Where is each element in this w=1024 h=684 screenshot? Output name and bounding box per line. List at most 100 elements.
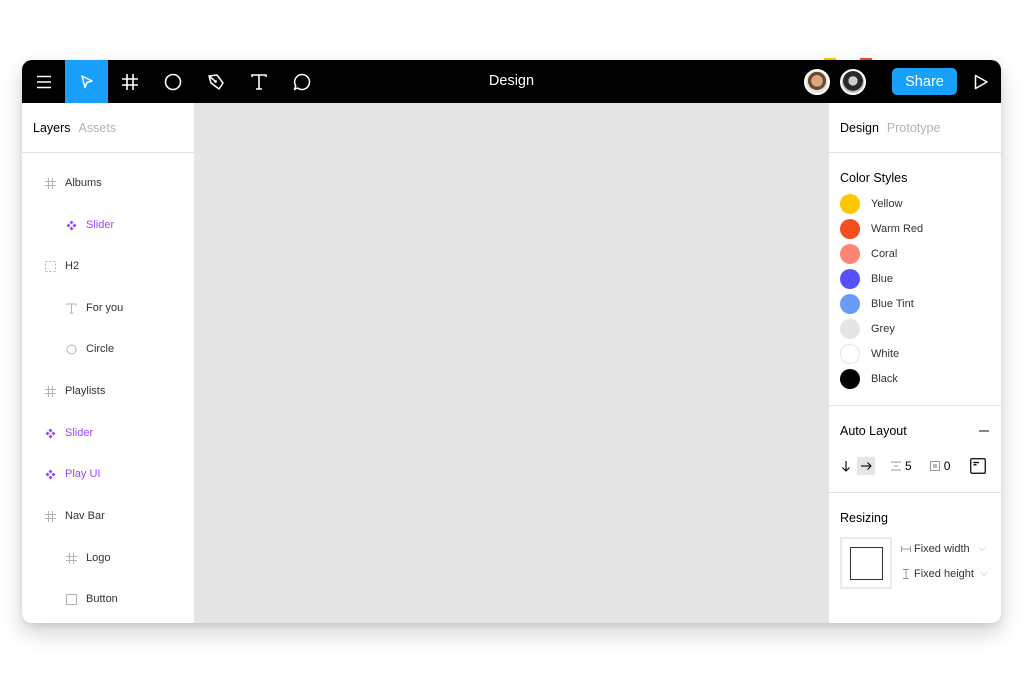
color-style-name: Coral xyxy=(871,248,898,260)
fixed-height-icon xyxy=(903,569,909,579)
frame-icon xyxy=(44,385,56,397)
color-styles-section: Color Styles Yellow Warm Red Coral Blue … xyxy=(829,153,1001,406)
component-icon xyxy=(44,427,56,439)
present-button[interactable] xyxy=(971,72,991,92)
remove-auto-layout-button[interactable] xyxy=(977,424,991,438)
layer-label: Slider xyxy=(65,427,94,439)
tab-assets[interactable]: Assets xyxy=(79,121,117,135)
right-panel-tabs: Design Prototype xyxy=(829,103,1001,153)
height-resizing-dropdown[interactable]: Fixed height xyxy=(901,568,988,580)
share-button[interactable]: Share xyxy=(892,68,957,95)
layer-label: Play UI xyxy=(65,468,101,480)
color-swatch xyxy=(840,194,860,214)
color-style-item[interactable]: Coral xyxy=(840,244,897,264)
layers-panel: Layers Assets Albums Slider H2 For you C… xyxy=(22,103,195,623)
auto-layout-title: Auto Layout xyxy=(840,424,907,438)
resizing-preview-box xyxy=(850,547,883,580)
layer-label: Slider xyxy=(86,219,115,231)
ellipse-icon xyxy=(65,343,77,355)
layer-label: H2 xyxy=(65,260,80,272)
text-tool-button[interactable] xyxy=(237,60,280,103)
layer-label: Logo xyxy=(86,552,111,564)
height-mode-value: Fixed height xyxy=(914,568,974,580)
layer-item[interactable]: Albums xyxy=(44,173,102,193)
color-swatch xyxy=(840,294,860,314)
comment-bubble-icon xyxy=(293,73,310,90)
padding-field[interactable]: 0 xyxy=(929,459,951,473)
width-mode-value: Fixed width xyxy=(914,543,970,555)
layer-item[interactable]: Circle xyxy=(65,339,114,359)
color-style-name: Warm Red xyxy=(871,223,924,235)
collaborator-avatar-2[interactable] xyxy=(840,68,866,95)
toolbar: Design Share xyxy=(22,60,1001,103)
layer-label: For you xyxy=(86,302,124,314)
group-dashed-icon xyxy=(44,260,56,272)
layer-item[interactable]: Play UI xyxy=(44,464,100,484)
color-style-item[interactable]: Grey xyxy=(840,319,895,339)
play-triangle-icon xyxy=(974,74,988,89)
app-window: Design Share Layers Assets Albums Slider… xyxy=(22,60,1001,623)
pen-tool-button[interactable] xyxy=(194,60,237,103)
color-style-item[interactable]: Black xyxy=(840,369,898,389)
layer-item[interactable]: H2 xyxy=(44,256,79,276)
color-style-name: Blue Tint xyxy=(871,298,914,310)
layer-item[interactable]: Logo xyxy=(65,548,110,568)
ellipse-tool-button[interactable] xyxy=(151,60,194,103)
color-style-name: Yellow xyxy=(871,198,903,210)
spacing-value: 5 xyxy=(905,459,912,473)
auto-layout-section: Auto Layout 5 0 xyxy=(829,406,1001,493)
width-resizing-dropdown[interactable]: Fixed width xyxy=(901,543,986,555)
move-tool-button[interactable] xyxy=(65,60,108,103)
main-menu-button[interactable] xyxy=(22,60,65,103)
alignment-icon xyxy=(970,458,987,474)
layer-item[interactable]: Button xyxy=(65,589,118,609)
tab-prototype[interactable]: Prototype xyxy=(887,121,941,135)
chevron-down-icon xyxy=(978,547,985,552)
arrow-right-icon xyxy=(861,462,872,470)
tab-layers[interactable]: Layers xyxy=(33,121,71,135)
component-icon xyxy=(65,219,77,231)
layer-item[interactable]: For you xyxy=(65,298,123,318)
layer-item[interactable]: Slider xyxy=(65,215,114,235)
spacing-icon xyxy=(891,461,901,471)
layer-label: Playlists xyxy=(65,385,106,397)
pen-icon xyxy=(207,73,224,90)
text-icon xyxy=(65,302,77,314)
layer-label: Albums xyxy=(65,177,102,189)
color-style-name: Blue xyxy=(871,273,894,285)
padding-value: 0 xyxy=(943,459,951,473)
component-icon xyxy=(44,468,56,480)
frame-tool-button[interactable] xyxy=(108,60,151,103)
color-style-item[interactable]: Warm Red xyxy=(840,219,923,239)
layer-label: Nav Bar xyxy=(65,510,105,522)
comment-tool-button[interactable] xyxy=(280,60,323,103)
layer-item[interactable]: Slider xyxy=(44,423,93,443)
tab-design[interactable]: Design xyxy=(840,121,879,135)
color-style-item[interactable]: Blue Tint xyxy=(840,294,914,314)
layer-item[interactable]: Playlists xyxy=(44,381,105,401)
color-style-item[interactable]: White xyxy=(840,344,899,364)
color-style-item[interactable]: Blue xyxy=(840,269,893,289)
fixed-width-icon xyxy=(901,546,911,552)
hamburger-menu-icon xyxy=(36,75,51,88)
collaborator-avatar-1[interactable] xyxy=(804,68,830,95)
padding-icon xyxy=(929,461,940,471)
spacing-field[interactable]: 5 xyxy=(890,459,912,473)
alignment-button[interactable] xyxy=(970,458,987,474)
design-canvas[interactable] xyxy=(195,103,828,623)
color-swatch xyxy=(840,244,860,264)
frame-icon xyxy=(44,177,56,189)
layer-item[interactable]: Nav Bar xyxy=(44,506,105,526)
direction-vertical-button[interactable] xyxy=(840,457,852,475)
direction-horizontal-button[interactable] xyxy=(857,457,875,475)
circle-icon xyxy=(164,73,181,90)
color-style-item[interactable]: Yellow xyxy=(840,194,902,214)
color-styles-title: Color Styles xyxy=(840,171,908,185)
arrow-down-icon xyxy=(842,461,850,472)
frame-hash-icon xyxy=(121,73,138,90)
left-panel-tabs: Layers Assets xyxy=(22,103,194,153)
color-swatch xyxy=(840,219,860,239)
cursor-arrow-icon xyxy=(80,74,93,88)
resizing-section: Resizing Fixed width Fixed height xyxy=(829,493,1001,623)
frame-icon xyxy=(44,510,56,522)
